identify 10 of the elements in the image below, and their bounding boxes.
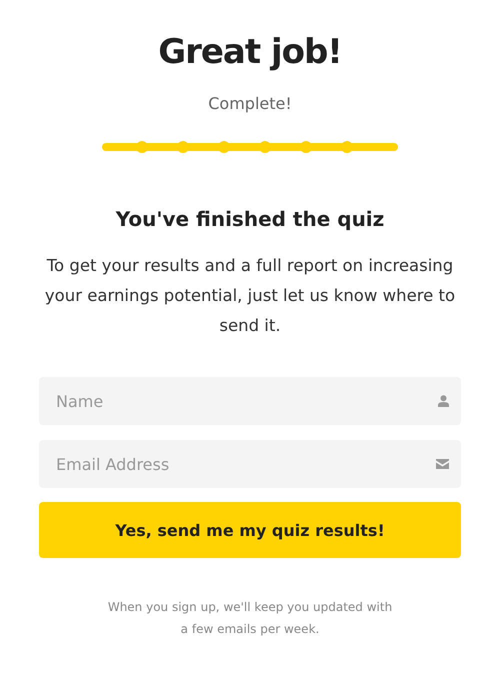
envelope-icon xyxy=(436,459,449,469)
user-icon xyxy=(438,395,449,407)
footnote-text: When you sign up, we'll keep you updated with a few emails per week. xyxy=(106,599,394,638)
page-title: Great job! xyxy=(158,32,342,72)
input-field[interactable]: Email Address xyxy=(39,440,461,488)
description-text: To get your results and a full report on increasing your earnings potential, just let us know where to send it. xyxy=(44,255,456,337)
submit-button[interactable]: Yes, send me my quiz results! xyxy=(39,502,461,558)
input-field[interactable]: Name xyxy=(39,377,461,425)
section-heading: You've finished the quiz xyxy=(116,207,384,231)
status-text: Complete! xyxy=(208,94,292,113)
